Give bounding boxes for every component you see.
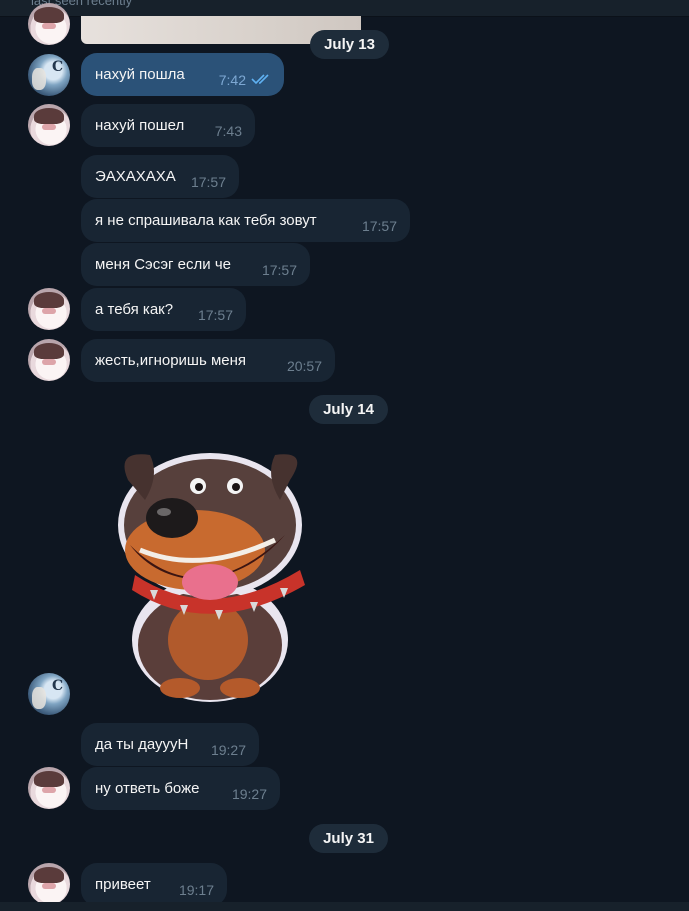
- avatar[interactable]: [28, 54, 70, 96]
- message-bubble[interactable]: нахуй пошел 7:43: [81, 104, 255, 147]
- message-text: ну ответь боже: [95, 780, 200, 797]
- message-text: жесть,игноришь меня: [95, 352, 247, 369]
- message-bubble[interactable]: меня Сэсэг если че 17:57: [81, 243, 310, 286]
- avatar[interactable]: [28, 3, 70, 45]
- message-bubble[interactable]: ну ответь боже 19:27: [81, 767, 280, 810]
- message-bubble[interactable]: привеет 19:17: [81, 863, 227, 906]
- message-time: 20:57: [286, 358, 322, 374]
- message-time: 7:42: [218, 72, 246, 88]
- avatar[interactable]: [28, 863, 70, 905]
- message-bubble[interactable]: я не спрашивала как тебя зовут 17:57: [81, 199, 410, 242]
- message-text: я не спрашивала как тебя зовут: [95, 212, 317, 229]
- message-text: ЭАХАХАХА: [95, 168, 176, 185]
- message-time: 17:57: [261, 262, 297, 278]
- message-time: 19:17: [178, 882, 214, 898]
- message-text: нахуй пошел: [95, 117, 185, 134]
- message-time: 17:57: [361, 218, 397, 234]
- message-time: 17:57: [197, 307, 233, 323]
- message-time: 17:57: [190, 174, 226, 190]
- avatar[interactable]: [28, 339, 70, 381]
- avatar[interactable]: [28, 673, 70, 715]
- message-text: нахуй пошла: [95, 66, 185, 83]
- message-input-bar[interactable]: [0, 902, 689, 911]
- message-bubble[interactable]: нахуй пошла 7:42: [81, 53, 284, 96]
- message-text: привеет: [95, 876, 151, 893]
- dog-sticker-icon[interactable]: [100, 440, 330, 705]
- message-time: 19:27: [210, 742, 246, 758]
- message-bubble[interactable]: жесть,игноришь меня 20:57: [81, 339, 335, 382]
- message-text: а тебя как?: [95, 301, 174, 318]
- message-text: да ты дауууН: [95, 736, 189, 753]
- message-text: меня Сэсэг если че: [95, 256, 231, 273]
- message-time: 19:27: [231, 786, 267, 802]
- message-time: 7:43: [214, 123, 242, 139]
- message-bubble[interactable]: да ты дауууН 19:27: [81, 723, 259, 766]
- date-separator: July 13: [310, 30, 389, 59]
- date-separator: July 14: [309, 395, 388, 424]
- double-check-icon: [251, 74, 269, 85]
- avatar[interactable]: [28, 104, 70, 146]
- date-separator: July 31: [309, 824, 388, 853]
- avatar[interactable]: [28, 288, 70, 330]
- avatar[interactable]: [28, 767, 70, 809]
- chat-header: last seen recently: [0, 0, 689, 17]
- message-bubble[interactable]: ЭАХАХАХА 17:57: [81, 155, 239, 198]
- message-bubble[interactable]: а тебя как? 17:57: [81, 288, 246, 331]
